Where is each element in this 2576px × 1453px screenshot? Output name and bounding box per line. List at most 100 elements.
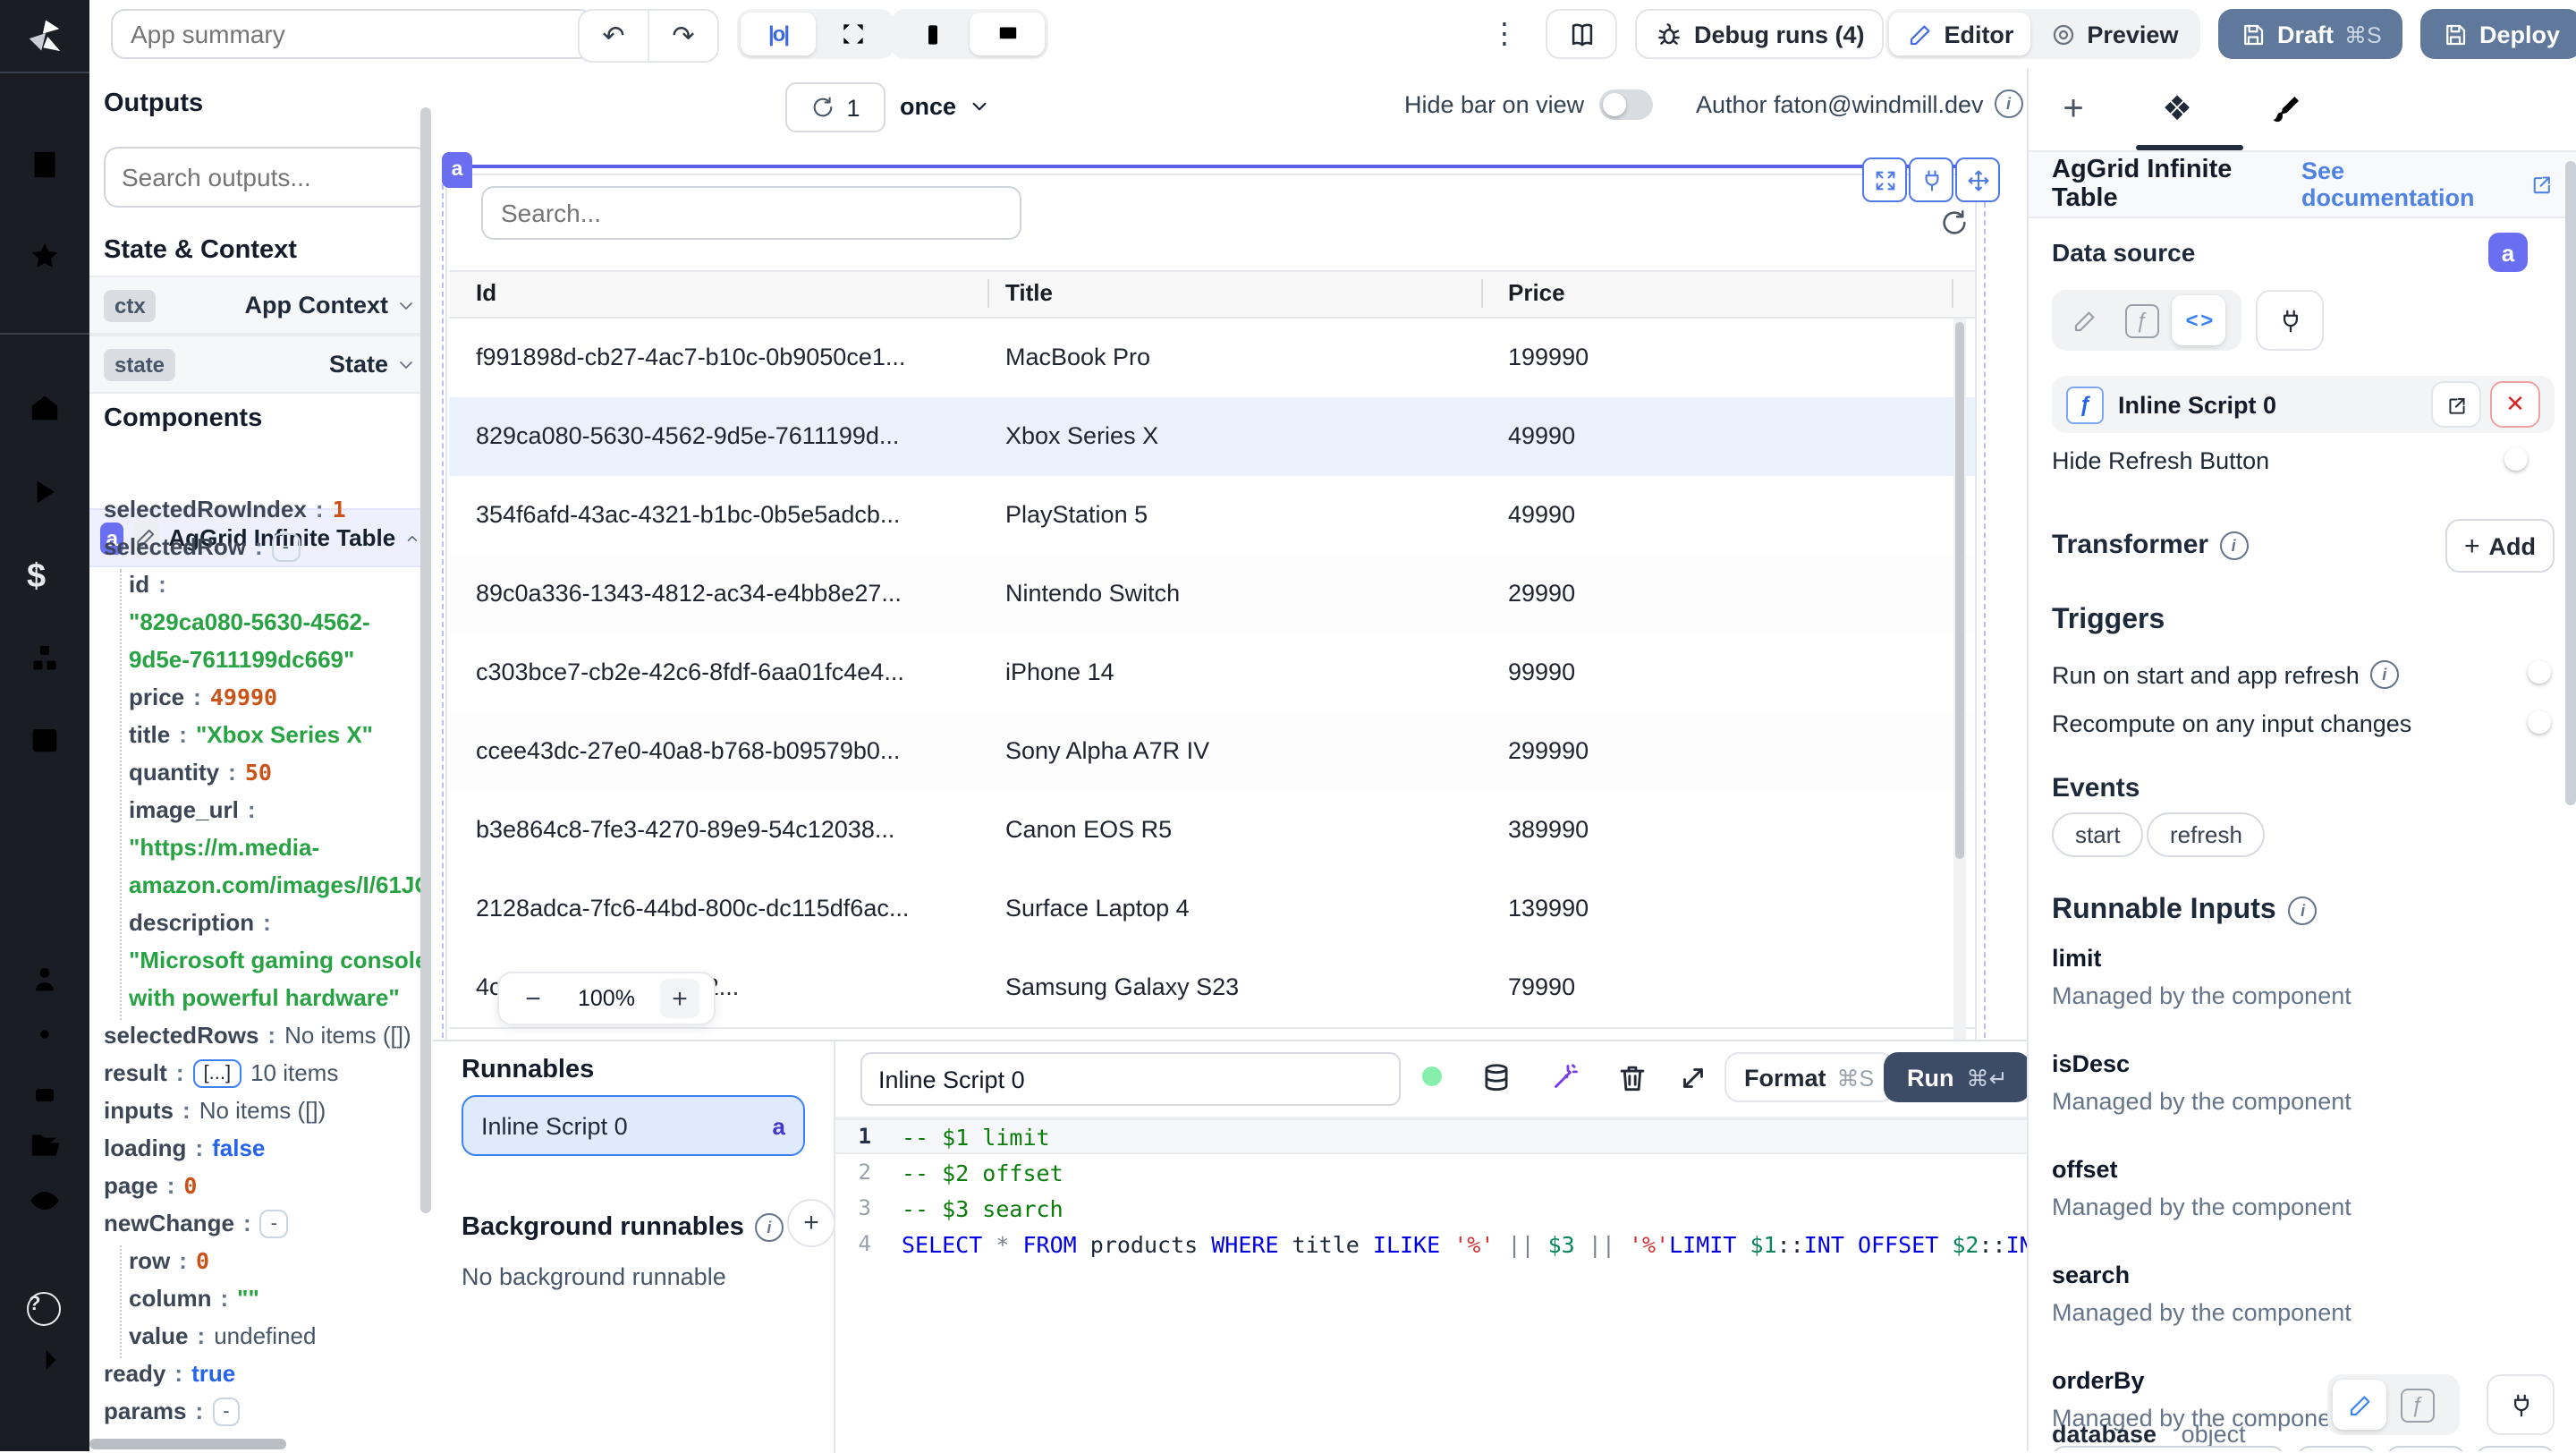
- ai-wand-icon[interactable]: [1547, 1061, 1581, 1095]
- attached-script-row[interactable]: ƒ Inline Script 0 ✕: [2052, 376, 2555, 433]
- function-option[interactable]: ƒ: [2390, 1380, 2444, 1430]
- settings-icon[interactable]: [27, 1016, 63, 1052]
- debug-runs-button[interactable]: Debug runs (4): [1635, 9, 1885, 59]
- database-input-stub[interactable]: [2476, 1446, 2555, 1451]
- zoom-out-button[interactable]: −: [513, 979, 553, 1018]
- help-icon[interactable]: ?: [27, 1292, 61, 1326]
- tree-line[interactable]: inputs: No items ([]): [104, 1092, 426, 1129]
- tree-line[interactable]: 9d5e-7611199dc669": [104, 641, 426, 678]
- collapse-rail-icon[interactable]: [27, 1342, 63, 1378]
- redo-button[interactable]: ↷: [649, 11, 717, 61]
- undo-button[interactable]: ↶: [580, 11, 649, 61]
- event-chip-refresh[interactable]: refresh: [2147, 812, 2266, 857]
- refresh-count-box[interactable]: 1: [785, 82, 886, 132]
- audit-logs-icon[interactable]: [27, 1183, 63, 1219]
- home-icon[interactable]: [27, 390, 63, 426]
- event-chip-start[interactable]: start: [2052, 812, 2144, 857]
- tree-line[interactable]: selectedRows: No items ([]): [104, 1016, 426, 1054]
- column-header-title[interactable]: Title: [1005, 279, 1053, 306]
- insert-component-tab[interactable]: +: [2054, 89, 2093, 129]
- draft-button[interactable]: Draft ⌘S: [2218, 9, 2403, 59]
- database-input-stub[interactable]: [2052, 1446, 2284, 1451]
- table-row[interactable]: ccee43dc-27e0-40a8-b768-b09579b0... Sony …: [449, 712, 1975, 793]
- tree-line[interactable]: result: [...] 10 items: [104, 1054, 426, 1092]
- tree-line[interactable]: "829ca080-5630-4562-: [104, 603, 426, 641]
- preview-tab[interactable]: Preview: [2031, 13, 2197, 55]
- tree-line[interactable]: newChange: -: [104, 1204, 426, 1242]
- column-header-price[interactable]: Price: [1508, 279, 1565, 306]
- table-row[interactable]: b3e864c8-7fe3-4270-89e9-54c12038... Canon…: [449, 791, 1975, 871]
- static-value-option[interactable]: [2333, 1380, 2386, 1430]
- component-settings-tab[interactable]: ❖: [2157, 89, 2197, 129]
- tree-line[interactable]: value: undefined: [104, 1317, 426, 1355]
- database-input-stub[interactable]: [2297, 1446, 2376, 1451]
- script-name-input[interactable]: [860, 1052, 1401, 1106]
- runnable-item[interactable]: Inline Script 0 a: [462, 1095, 805, 1156]
- database-icon[interactable]: [1479, 1061, 1513, 1095]
- code-line[interactable]: 1 -- $1 limit: [835, 1118, 2027, 1154]
- anchor-component-button[interactable]: [1909, 157, 1953, 202]
- component-tag[interactable]: a: [442, 152, 472, 188]
- tree-line[interactable]: "https://m.media-: [104, 828, 426, 866]
- users-icon[interactable]: [27, 961, 63, 997]
- info-icon[interactable]: i: [2288, 896, 2318, 925]
- connect-option[interactable]: [2487, 1374, 2555, 1435]
- table-scrollbar[interactable]: [1953, 319, 1966, 1040]
- ai-assistant-icon[interactable]: [27, 1075, 63, 1111]
- ctx-row[interactable]: ctx App Context: [89, 276, 431, 335]
- move-component-button[interactable]: [1955, 157, 2000, 202]
- tree-line[interactable]: "Microsoft gaming console: [104, 941, 428, 979]
- table-row[interactable]: 354f6afd-43ac-4321-b1bc-0b5e5adcb... Play…: [449, 476, 1975, 557]
- runs-icon[interactable]: [27, 474, 63, 510]
- run-button[interactable]: Run ⌘↵: [1884, 1052, 2031, 1102]
- mobile-view-button[interactable]: [894, 13, 970, 55]
- delete-script-icon[interactable]: [1615, 1061, 1649, 1095]
- info-icon[interactable]: i: [2219, 531, 2249, 559]
- open-script-button[interactable]: [2431, 381, 2481, 428]
- info-icon[interactable]: i: [754, 1213, 784, 1242]
- tree-line[interactable]: ready: true: [104, 1355, 426, 1392]
- function-option[interactable]: ƒ: [2114, 295, 2168, 345]
- tree-line[interactable]: params: -: [104, 1392, 426, 1430]
- code-line[interactable]: 4 SELECT * FROM products WHERE title ILIK…: [835, 1226, 2060, 1262]
- favorites-icon[interactable]: [27, 238, 63, 274]
- tree-line[interactable]: image_url:: [104, 791, 426, 828]
- info-icon[interactable]: i: [1994, 89, 2023, 118]
- code-editor[interactable]: 1 -- $1 limit 2 -- $2 offset 3 -- $3 search 4 S…: [835, 1117, 2060, 1453]
- expand-component-button[interactable]: [1862, 157, 1907, 202]
- windmill-logo-icon[interactable]: [21, 14, 68, 61]
- code-line[interactable]: 2 -- $2 offset: [835, 1154, 2027, 1190]
- tree-line[interactable]: selectedRow: -: [104, 528, 426, 565]
- table-row[interactable]: 829ca080-5630-4562-9d5e-7611199d... Xbox …: [449, 397, 1975, 478]
- schedules-icon[interactable]: [27, 721, 63, 757]
- zoom-in-button[interactable]: +: [659, 979, 699, 1018]
- desktop-view-button[interactable]: [970, 13, 1045, 55]
- database-input-stub[interactable]: [2386, 1446, 2465, 1451]
- search-outputs-input[interactable]: [104, 147, 429, 208]
- settings-scrollbar[interactable]: [2565, 161, 2576, 805]
- styling-tab[interactable]: [2265, 89, 2304, 129]
- table-row[interactable]: 2128adca-7fc6-44bd-800c-dc115df6ac... Sur…: [449, 870, 1975, 950]
- app-summary-input[interactable]: [111, 9, 594, 59]
- tree-line[interactable]: description:: [104, 904, 426, 941]
- column-header-id[interactable]: Id: [476, 279, 496, 306]
- code-line[interactable]: 3 -- $3 search: [835, 1190, 2027, 1226]
- table-row[interactable]: c303bce7-cb2e-42c6-8fdf-6aa01fc4e4... iPh…: [449, 633, 1975, 714]
- connect-option[interactable]: [2256, 290, 2324, 351]
- refresh-interval-select[interactable]: once: [900, 82, 990, 129]
- expand-editor-icon[interactable]: [1676, 1061, 1710, 1095]
- tree-line[interactable]: row:0: [104, 1242, 426, 1279]
- tree-line[interactable]: quantity:50: [104, 753, 426, 791]
- code-option[interactable]: < >: [2172, 295, 2225, 345]
- workspace-icon[interactable]: [27, 147, 63, 183]
- tree-line[interactable]: selectedRowIndex:1: [104, 490, 426, 528]
- resources-icon[interactable]: [27, 641, 63, 676]
- table-row[interactable]: f991898d-cb27-4ac7-b10c-0b9050ce1... MacB…: [449, 319, 1975, 399]
- table-refresh-button[interactable]: [1932, 200, 1975, 243]
- outputs-scrollbar[interactable]: [420, 107, 431, 1213]
- format-button[interactable]: Format ⌘S: [1724, 1052, 1894, 1102]
- deploy-button[interactable]: Deploy: [2420, 9, 2576, 59]
- state-row[interactable]: state State: [89, 335, 431, 394]
- column-resize-handle[interactable]: [987, 279, 989, 308]
- table-row[interactable]: 89c0a336-1343-4812-ac34-e4bb8e27... Ninte…: [449, 555, 1975, 635]
